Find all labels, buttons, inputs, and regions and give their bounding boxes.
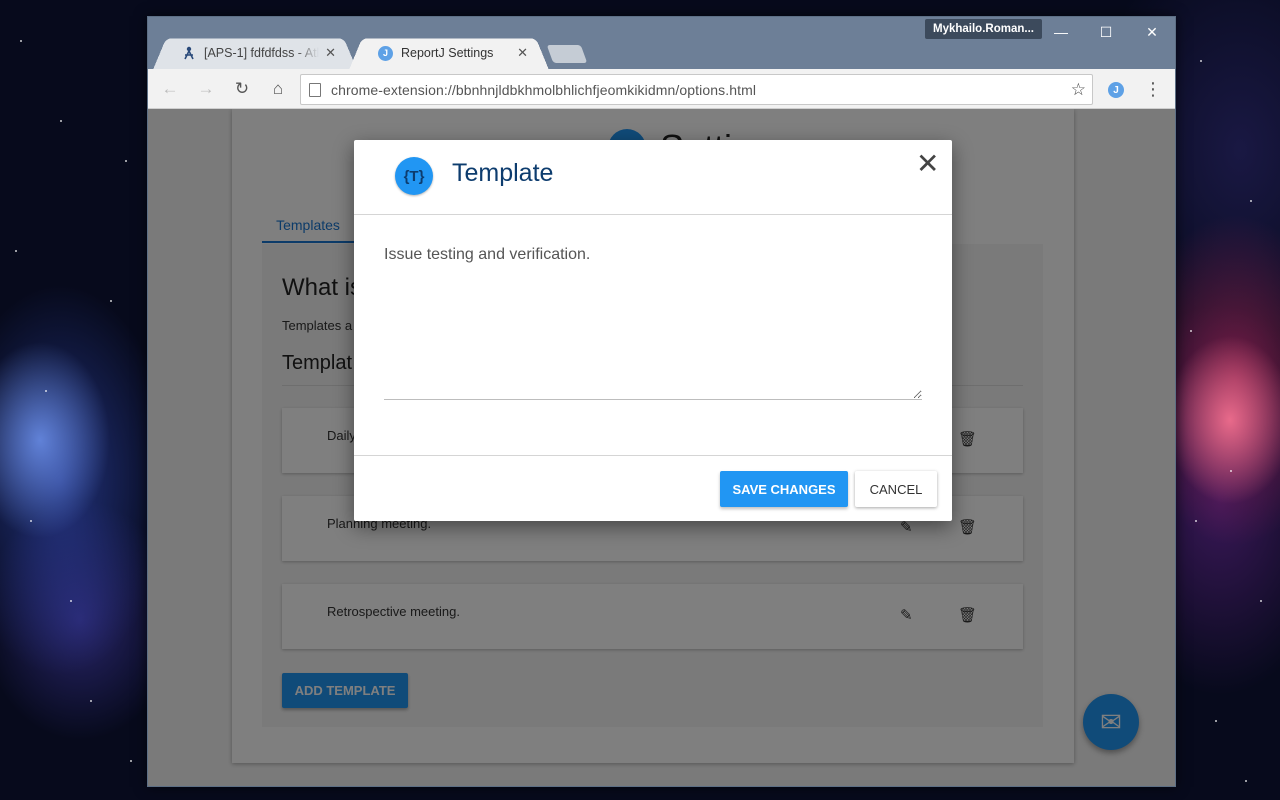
minimize-icon[interactable]: —	[1038, 19, 1084, 45]
star	[70, 600, 72, 602]
modal-footer: SAVE CHANGES CANCEL	[354, 455, 952, 521]
modal-title: Template	[452, 159, 554, 187]
menu-icon[interactable]: ⋮	[1144, 79, 1162, 99]
tab-reportj-settings[interactable]: J ReportJ Settings ✕	[356, 37, 542, 69]
tab-title: [APS-1] fdfdfdss - Atlass	[204, 46, 320, 60]
star	[130, 760, 132, 762]
close-icon[interactable]: ✕	[916, 150, 939, 178]
url-text[interactable]: chrome-extension://bbnhnjldbkhmolbhlichf…	[331, 82, 1071, 98]
template-textarea[interactable]: Issue testing and verification.	[384, 246, 922, 400]
star	[1260, 600, 1262, 602]
close-tab-icon[interactable]: ✕	[517, 45, 528, 61]
star	[45, 390, 47, 392]
star	[60, 120, 62, 122]
star	[90, 700, 92, 702]
template-modal: {T} Template ✕ Issue testing and verific…	[354, 140, 952, 521]
maximize-icon[interactable]: ☐	[1083, 19, 1129, 45]
save-changes-button[interactable]: SAVE CHANGES	[720, 471, 848, 507]
close-window-icon[interactable]: ✕	[1129, 19, 1175, 45]
star	[30, 520, 32, 522]
star	[110, 300, 112, 302]
reload-icon[interactable]: ↻	[230, 77, 254, 101]
star	[20, 40, 22, 42]
title-bar: [APS-1] fdfdfdss - Atlass ✕ J ReportJ Se…	[148, 17, 1175, 69]
modal-body: Issue testing and verification.	[354, 216, 952, 456]
profile-badge[interactable]: Mykhailo.Roman...	[925, 19, 1042, 39]
forward-icon[interactable]: →	[194, 77, 218, 101]
tab-title: ReportJ Settings	[401, 46, 494, 60]
atlassian-icon	[182, 46, 196, 60]
reportj-extension-icon[interactable]: J	[1108, 82, 1124, 98]
back-icon[interactable]: ←	[158, 77, 182, 101]
new-tab-button[interactable]	[546, 45, 588, 63]
star	[125, 160, 127, 162]
star	[1215, 720, 1217, 722]
star	[1245, 780, 1247, 782]
star	[15, 250, 17, 252]
template-logo-icon: {T}	[395, 157, 433, 195]
modal-header: {T} Template ✕	[354, 140, 952, 215]
tab-atlassian[interactable]: [APS-1] fdfdfdss - Atlass ✕	[160, 37, 350, 69]
star	[1195, 520, 1197, 522]
close-tab-icon[interactable]: ✕	[325, 45, 336, 61]
address-bar[interactable]: chrome-extension://bbnhnjldbkhmolbhlichf…	[300, 74, 1093, 105]
star	[1200, 60, 1202, 62]
star	[1230, 470, 1232, 472]
page-icon	[309, 82, 321, 97]
reportj-favicon: J	[378, 45, 393, 61]
home-icon[interactable]: ⌂	[266, 77, 290, 101]
star	[1190, 330, 1192, 332]
star	[1250, 200, 1252, 202]
browser-window: [APS-1] fdfdfdss - Atlass ✕ J ReportJ Se…	[147, 16, 1176, 787]
bookmark-star-icon[interactable]: ☆	[1071, 80, 1086, 100]
cancel-button[interactable]: CANCEL	[855, 471, 937, 507]
browser-toolbar: ← → ↻ ⌂ chrome-extension://bbnhnjldbkhmo…	[148, 69, 1175, 109]
